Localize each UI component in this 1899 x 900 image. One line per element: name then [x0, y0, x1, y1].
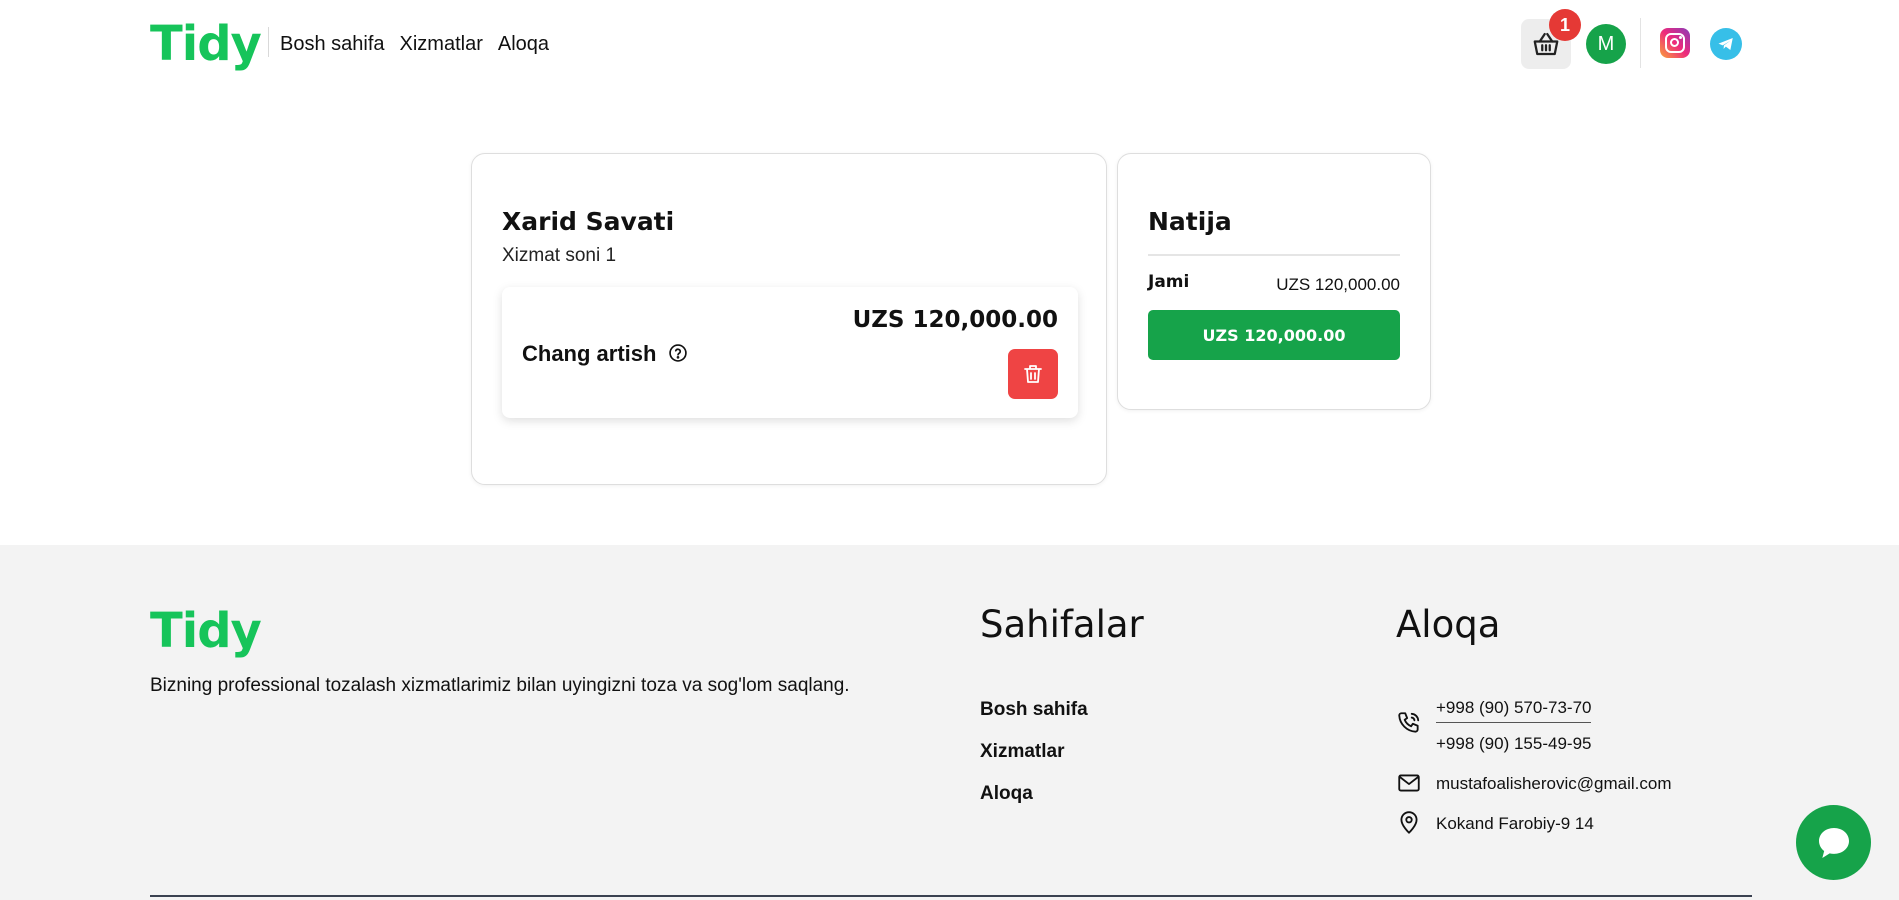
summary-divider — [1148, 254, 1400, 256]
map-pin-icon — [1400, 811, 1418, 834]
footer-divider — [150, 895, 1752, 897]
help-icon[interactable] — [668, 343, 688, 363]
delete-item-button[interactable] — [1008, 349, 1058, 399]
social-divider — [1640, 18, 1641, 68]
footer-description: Bizning professional tozalash xizmatlari… — [150, 675, 850, 696]
total-label: Jami — [1148, 272, 1190, 292]
brand-logo[interactable]: Tidy — [150, 20, 262, 68]
nav-link-home[interactable]: Bosh sahifa — [280, 33, 385, 56]
footer-phone-2[interactable]: +998 (90) 155-49-95 — [1436, 734, 1591, 754]
summary-title: Natija — [1148, 207, 1232, 236]
cart-service-count: Xizmat soni 1 — [502, 245, 617, 266]
trash-icon — [1024, 365, 1042, 383]
footer-pages-heading: Sahifalar — [980, 603, 1144, 646]
footer-link-services[interactable]: Xizmatlar — [980, 741, 1088, 763]
chat-button[interactable] — [1796, 805, 1871, 880]
phone-icon — [1398, 712, 1420, 733]
cart-title: Xarid Savati — [502, 207, 675, 236]
nav-link-services[interactable]: Xizmatlar — [400, 33, 483, 56]
nav-link-contact[interactable]: Aloqa — [498, 33, 549, 56]
chat-icon — [1818, 827, 1849, 858]
telegram-icon[interactable] — [1710, 28, 1742, 60]
user-avatar[interactable]: M — [1586, 24, 1626, 64]
main-nav: Bosh sahifa Xizmatlar Aloqa — [280, 33, 549, 56]
nav-divider — [268, 27, 269, 57]
footer-contact-heading: Aloqa — [1396, 603, 1501, 646]
footer-address: Kokand Farobiy-9 14 — [1436, 814, 1594, 833]
cart-item-price: UZS 120,000.00 — [852, 307, 1058, 333]
footer-phone-1[interactable]: +998 (90) 570-73-70 — [1436, 698, 1592, 723]
summary-card: Natija Jami UZS 120,000.00 UZS 120,000.0… — [1117, 153, 1431, 410]
mail-icon — [1398, 774, 1420, 792]
footer-link-home[interactable]: Bosh sahifa — [980, 699, 1088, 721]
footer-pages-list: Bosh sahifa Xizmatlar Aloqa — [980, 699, 1088, 805]
instagram-icon[interactable] — [1660, 28, 1690, 58]
cart-card: Xarid Savati Xizmat soni 1 Chang artish … — [471, 153, 1107, 485]
site-footer: Tidy Bizning professional tozalash xizma… — [0, 545, 1899, 900]
footer-link-contact[interactable]: Aloqa — [980, 783, 1088, 805]
cart-item: Chang artish UZS 120,000.00 — [502, 287, 1078, 418]
cart-item-name: Chang artish — [522, 341, 657, 366]
cart-count-badge: 1 — [1549, 9, 1581, 41]
total-value: UZS 120,000.00 — [1276, 275, 1400, 294]
footer-email[interactable]: mustafoalisherovic@gmail.com — [1436, 774, 1672, 794]
checkout-button[interactable]: UZS 120,000.00 — [1148, 310, 1400, 360]
footer-logo[interactable]: Tidy — [150, 607, 262, 655]
site-header: Tidy Bosh sahifa Xizmatlar Aloqa 1 M — [0, 0, 1899, 90]
